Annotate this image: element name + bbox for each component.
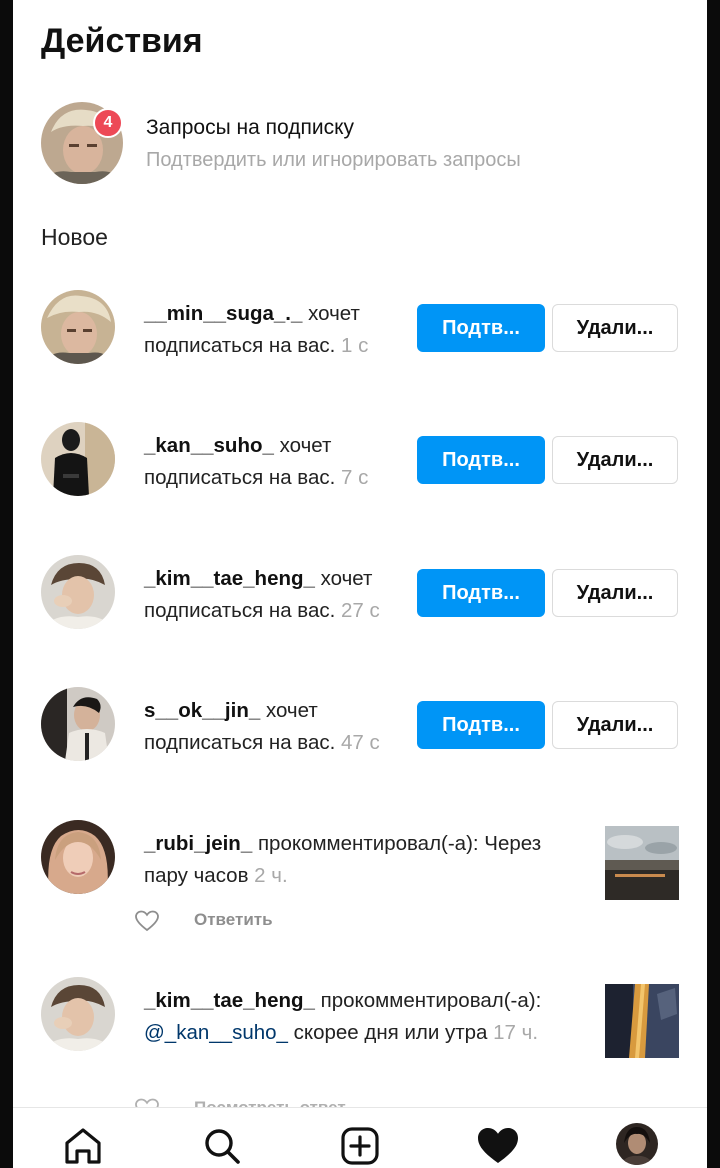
username-link[interactable]: _kim__tae_heng_ xyxy=(144,567,315,590)
mention-link[interactable]: @_kan__suho_ xyxy=(144,1021,288,1044)
request-text: _kim__tae_heng_ хочет подписаться на вас… xyxy=(144,567,380,622)
username-link[interactable]: _kim__tae_heng_ xyxy=(144,989,315,1012)
new-post-icon[interactable] xyxy=(338,1126,382,1166)
timestamp: 17 ч. xyxy=(493,1021,539,1044)
timestamp: 1 с xyxy=(341,334,369,357)
delete-button[interactable]: Удали... xyxy=(552,436,678,484)
request-text: __min__suga_._ хочет подписаться на вас.… xyxy=(144,302,369,357)
username-link[interactable]: __min__suga_._ xyxy=(144,302,302,325)
request-text: s__ok__jin_ хочет подписаться на вас. 47… xyxy=(144,699,380,754)
activity-screen: Действия 4 Запросы на подписку Подтверди… xyxy=(13,0,707,1168)
post-thumbnail[interactable] xyxy=(605,826,679,900)
home-icon[interactable] xyxy=(61,1126,105,1166)
search-icon[interactable] xyxy=(200,1126,244,1166)
requests-count-badge: 4 xyxy=(93,108,123,138)
section-heading-new: Новое xyxy=(41,224,108,250)
delete-button[interactable]: Удали... xyxy=(552,304,678,352)
timestamp: 47 с xyxy=(341,731,380,754)
page-title: Действия xyxy=(41,22,203,60)
timestamp: 2 ч. xyxy=(254,864,288,887)
post-thumbnail[interactable] xyxy=(605,984,679,1058)
avatar[interactable] xyxy=(41,555,115,629)
delete-button[interactable]: Удали... xyxy=(552,569,678,617)
request-text: _kan__suho_ хочет подписаться на вас. 7 … xyxy=(144,434,369,489)
confirm-button[interactable]: Подтв... xyxy=(417,436,545,484)
profile-avatar[interactable] xyxy=(616,1123,658,1165)
follow-requests-subtitle: Подтвердить или игнорировать запросы xyxy=(146,149,521,171)
confirm-button[interactable]: Подтв... xyxy=(417,569,545,617)
confirm-button[interactable]: Подтв... xyxy=(417,701,545,749)
timestamp: 27 с xyxy=(341,599,380,622)
timestamp: 7 с xyxy=(341,466,369,489)
avatar[interactable] xyxy=(41,977,115,1051)
like-comment-icon[interactable] xyxy=(135,910,159,932)
avatar[interactable] xyxy=(41,820,115,894)
activity-heart-icon[interactable] xyxy=(476,1126,520,1166)
username-link[interactable]: s__ok__jin_ xyxy=(144,699,260,722)
username-link[interactable]: _kan__suho_ xyxy=(144,434,274,457)
reply-button[interactable]: Ответить xyxy=(194,910,273,930)
comment-text: _kim__tae_heng_ прокомментировал(-а): @_… xyxy=(144,989,542,1044)
avatar[interactable] xyxy=(41,422,115,496)
follow-requests-title: Запросы на подписку xyxy=(146,116,355,139)
avatar[interactable] xyxy=(41,687,115,761)
username-link[interactable]: _rubi_jein_ xyxy=(144,832,252,855)
avatar[interactable] xyxy=(41,290,115,364)
confirm-button[interactable]: Подтв... xyxy=(417,304,545,352)
delete-button[interactable]: Удали... xyxy=(552,701,678,749)
bottom-nav xyxy=(13,1107,707,1168)
comment-text: _rubi_jein_ прокомментировал(-а): Через … xyxy=(144,832,542,887)
